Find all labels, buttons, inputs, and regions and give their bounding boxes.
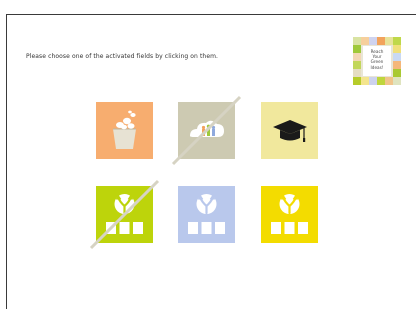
tile-fork-yellow[interactable] — [261, 186, 318, 243]
instruction-text: Please choose one of the activated field… — [26, 53, 219, 60]
fork-boxes-icon — [178, 186, 235, 243]
tile-fork-green — [96, 186, 153, 243]
fork-boxes-icon — [261, 186, 318, 243]
logo-text: Reach Your Green Ideas! — [370, 49, 384, 70]
tile-cloud-people — [178, 102, 235, 159]
graduation-cap-icon — [261, 102, 318, 159]
cloud-people-icon — [178, 102, 235, 159]
tile-graduation[interactable] — [261, 102, 318, 159]
seed-pot-icon — [96, 102, 153, 159]
fork-boxes-icon — [96, 186, 153, 243]
tile-seeds[interactable] — [96, 102, 153, 159]
tile-fork-blue[interactable] — [178, 186, 235, 243]
